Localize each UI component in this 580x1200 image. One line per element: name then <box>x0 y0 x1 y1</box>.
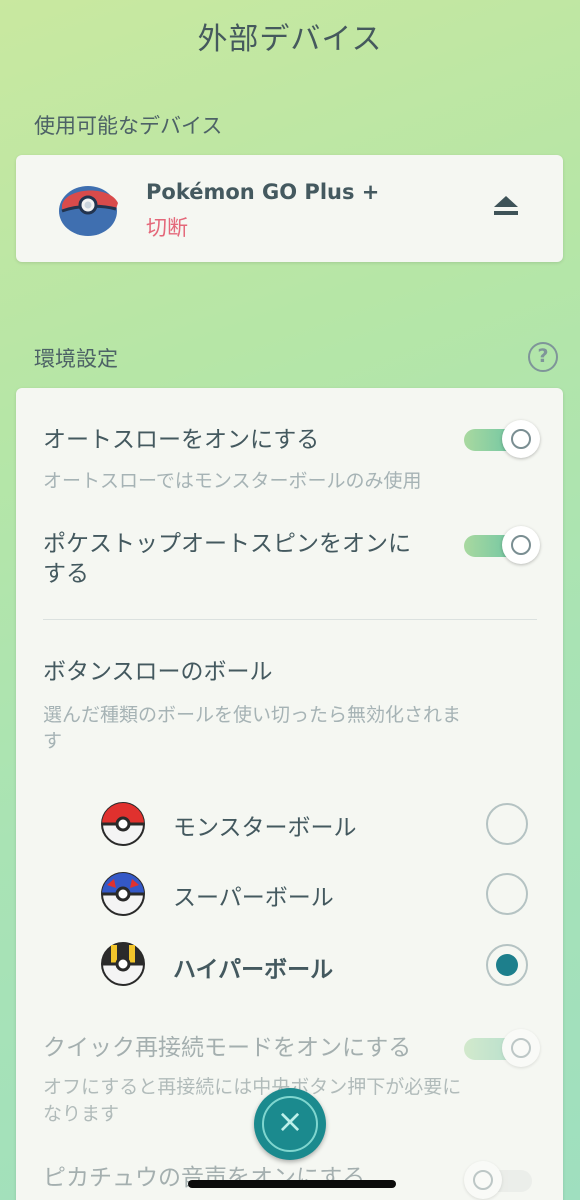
ultra-ball-icon <box>101 942 145 986</box>
auto-throw-toggle[interactable] <box>464 419 540 459</box>
page-title: 外部デバイス <box>197 22 383 57</box>
quick-reconnect-title: クイック再接続モードをオンにする <box>43 1035 412 1061</box>
toggle-knob <box>464 1161 502 1199</box>
section-divider <box>43 619 537 620</box>
auto-spin-title-line2: する <box>43 561 89 587</box>
button-throw-description-line1: 選んだ種類のボールを使い切ったら無効化されま <box>43 704 462 726</box>
device-status: 切断 <box>146 216 188 240</box>
great-ball-label: スーパーボール <box>173 885 334 911</box>
home-indicator <box>188 1180 396 1188</box>
auto-spin-toggle[interactable] <box>464 525 540 565</box>
settings-section-label: 環境設定 <box>34 347 118 371</box>
toggle-knob <box>502 526 540 564</box>
quick-reconnect-description-line2: なります <box>43 1103 120 1125</box>
device-card[interactable] <box>16 155 563 262</box>
button-throw-title: ボタンスローのボール <box>43 659 273 685</box>
poke-ball-icon <box>101 802 145 846</box>
pikachu-voice-toggle[interactable] <box>464 1160 540 1200</box>
auto-spin-title-line1: ポケストップオートスピンをオンに <box>43 531 411 557</box>
auto-throw-title: オートスローをオンにする <box>43 427 320 453</box>
eject-button[interactable] <box>486 193 526 229</box>
ultra-ball-radio[interactable] <box>486 944 528 986</box>
auto-throw-description: オートスローではモンスターボールのみ使用 <box>43 470 422 492</box>
quick-reconnect-description-line1: オフにすると再接続には中央ボタン押下が必要に <box>43 1076 462 1098</box>
pikachu-voice-title: ピカチュウの音声をオンにする <box>43 1165 366 1191</box>
close-icon: × <box>276 1102 304 1140</box>
help-icon[interactable]: ? <box>528 342 558 372</box>
toggle-knob <box>502 1029 540 1067</box>
toggle-knob <box>502 420 540 458</box>
ultra-ball-label: ハイパーボール <box>173 957 334 983</box>
close-button[interactable]: × <box>254 1088 326 1160</box>
great-ball-radio[interactable] <box>486 873 528 915</box>
eject-icon <box>494 196 518 215</box>
poke-ball-label: モンスターボール <box>173 815 357 841</box>
button-throw-description-line2: す <box>43 730 63 752</box>
pokemon-go-plus-icon <box>59 186 118 236</box>
quick-reconnect-toggle[interactable] <box>464 1028 540 1068</box>
poke-ball-radio[interactable] <box>486 803 528 845</box>
great-ball-icon <box>101 872 145 916</box>
device-name: Pokémon GO Plus + <box>146 180 380 204</box>
devices-section-label: 使用可能なデバイス <box>34 114 223 138</box>
